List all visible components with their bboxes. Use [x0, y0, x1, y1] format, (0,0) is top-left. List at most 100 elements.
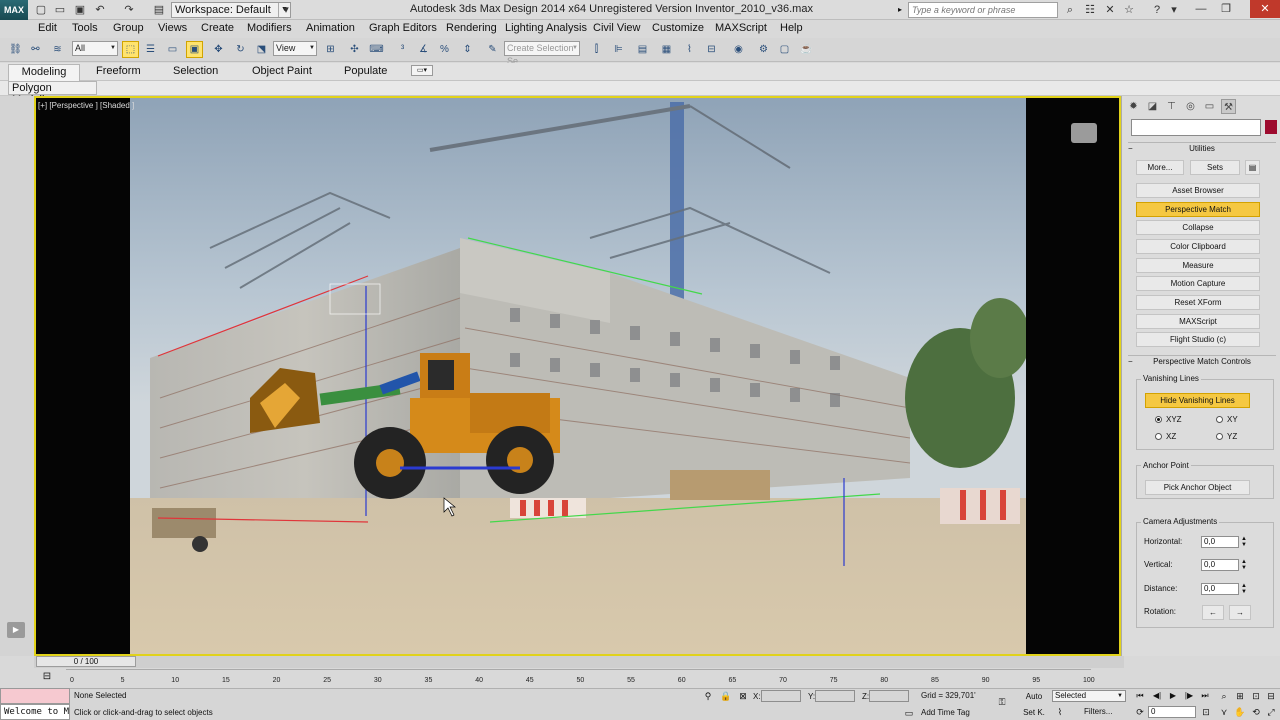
ribbon-options-icon[interactable]: ▭▾ [411, 65, 433, 76]
snaps-toggle-icon[interactable]: ³ [394, 41, 411, 58]
help-dropdown-icon[interactable]: ▾ [1167, 3, 1181, 17]
ribbon-tab-freeform[interactable]: Freeform [96, 65, 141, 77]
menu-civil-view[interactable]: Civil View [593, 22, 640, 34]
rendered-frame-icon[interactable]: ▢ [776, 41, 793, 58]
orbit-icon[interactable]: ⟲ [1250, 706, 1262, 718]
motion-capture-button[interactable]: Motion Capture [1136, 276, 1260, 291]
render-production-icon[interactable]: ☕ [798, 41, 815, 58]
key-filter-dropdown[interactable]: Selected ▼ [1052, 690, 1126, 702]
go-to-end-icon[interactable]: ⏭ [1198, 690, 1212, 702]
add-time-tag[interactable]: Add Time Tag [921, 708, 970, 717]
spinner-snap-icon[interactable]: ⇕ [459, 41, 476, 58]
key-mode-icon[interactable]: ⟳ [1134, 706, 1146, 718]
pan-icon[interactable]: ✋ [1234, 706, 1246, 718]
go-to-start-icon[interactable]: ⏮ [1133, 690, 1147, 702]
radio-xy[interactable]: XY [1216, 415, 1238, 424]
display-tab-icon[interactable]: ▭ [1202, 99, 1217, 114]
filters-button[interactable]: Filters... [1084, 707, 1112, 716]
redo-icon[interactable]: ↷ [122, 3, 136, 17]
binoculars-icon[interactable]: ⌕ [1063, 3, 1077, 17]
bind-space-warp-icon[interactable]: ≋ [49, 41, 66, 58]
menu-rendering[interactable]: Rendering [446, 22, 497, 34]
save-file-icon[interactable]: ▣ [73, 3, 87, 17]
hierarchy-tab-icon[interactable]: ⊤ [1164, 99, 1179, 114]
radio-xz[interactable]: XZ [1155, 432, 1176, 441]
asset-browser-button[interactable]: Asset Browser [1136, 183, 1260, 198]
object-name-field[interactable] [1131, 119, 1261, 136]
sets-button[interactable]: Sets [1190, 160, 1240, 175]
reference-coordinate-dropdown[interactable]: View ▼ [273, 41, 317, 56]
z-coordinate-field[interactable] [869, 690, 909, 702]
ribbon-tab-object-paint[interactable]: Object Paint [252, 65, 312, 77]
angle-snap-icon[interactable]: ∡ [415, 41, 432, 58]
hide-vanishing-lines-button[interactable]: Hide Vanishing Lines [1145, 393, 1250, 408]
ribbon-tab-populate[interactable]: Populate [344, 65, 387, 77]
pick-anchor-object-button[interactable]: Pick Anchor Object [1145, 480, 1250, 495]
menu-customize[interactable]: Customize [652, 22, 704, 34]
graphite-toggle-icon[interactable]: ▦ [658, 41, 675, 58]
open-file-icon[interactable]: ▭ [53, 3, 67, 17]
material-editor-icon[interactable]: ◉ [730, 41, 747, 58]
maximize-button[interactable]: ❐ [1214, 0, 1238, 18]
maxscript-button[interactable]: MAXScript [1136, 314, 1260, 329]
configure-sets-icon[interactable]: ▤ [1245, 160, 1260, 175]
rotate-right-button[interactable]: → [1229, 605, 1251, 620]
ribbon-tab-selection[interactable]: Selection [173, 65, 218, 77]
communication-icon[interactable]: ✕ [1103, 3, 1117, 17]
menu-modifiers[interactable]: Modifiers [247, 22, 292, 34]
select-and-link-icon[interactable]: ⛓ [7, 41, 24, 58]
lock-selection-icon[interactable]: 🔒 [720, 690, 732, 702]
undo-icon[interactable]: ↶ [93, 3, 107, 17]
curve-editor-icon[interactable]: ⌇ [681, 41, 698, 58]
vertical-spinner-icon[interactable]: ▲ ▼ [1241, 559, 1247, 571]
next-frame-icon[interactable]: |▶ [1182, 690, 1196, 702]
viewcube-icon[interactable] [1071, 123, 1097, 143]
mini-curve-editor-icon[interactable]: ⊟ [40, 670, 54, 684]
menu-animation[interactable]: Animation [306, 22, 355, 34]
named-selection-dropdown[interactable]: Create Selection Se ▼ [504, 41, 580, 66]
distance-field[interactable]: 0,0 [1201, 583, 1239, 595]
expand-arrow-icon[interactable]: ▶ [7, 622, 25, 638]
manipulate-icon[interactable]: ✣ [346, 41, 363, 58]
pivot-center-icon[interactable]: ⊞ [322, 41, 339, 58]
favorites-icon[interactable]: ☆ [1122, 3, 1136, 17]
motion-tab-icon[interactable]: ◎ [1183, 99, 1198, 114]
workspace-dropdown[interactable]: Workspace: Default ▼ [171, 2, 291, 18]
schematic-view-icon[interactable]: ⊟ [703, 41, 720, 58]
modify-tab-icon[interactable]: ◪ [1145, 99, 1160, 114]
horizontal-field[interactable]: 0,0 [1201, 536, 1239, 548]
zoom-icon[interactable]: ⌕ [1218, 690, 1230, 702]
perspective-viewport[interactable]: [+] [Perspective ] [Shaded ] [34, 96, 1121, 656]
menu-lighting-analysis[interactable]: Lighting Analysis [505, 22, 587, 34]
new-file-icon[interactable]: ▢ [34, 3, 48, 17]
radio-xyz[interactable]: XYZ [1155, 415, 1182, 424]
menu-create[interactable]: Create [201, 22, 234, 34]
utilities-rollout[interactable]: − Utilities [1128, 142, 1276, 154]
time-tag-icon[interactable]: ▭ [903, 707, 915, 719]
isolate-icon[interactable]: ⚲ [702, 690, 714, 702]
horizontal-spinner-icon[interactable]: ▲ ▼ [1241, 536, 1247, 548]
minimize-button[interactable]: — [1189, 0, 1213, 18]
radio-yz[interactable]: YZ [1216, 432, 1237, 441]
ribbon-tab-modeling[interactable]: Modeling [8, 64, 80, 81]
project-folder-icon[interactable]: ▤ [152, 3, 166, 17]
perspective-match-button[interactable]: Perspective Match [1136, 202, 1260, 217]
play-icon[interactable]: ▶ [1166, 690, 1180, 702]
menu-graph-editors[interactable]: Graph Editors [369, 22, 437, 34]
select-by-name-icon[interactable]: ☰ [142, 41, 159, 58]
select-and-scale-icon[interactable]: ⬔ [253, 41, 270, 58]
key-filters-icon[interactable]: ⌇ [1054, 706, 1066, 718]
menu-maxscript[interactable]: MAXScript [715, 22, 767, 34]
select-and-rotate-icon[interactable]: ↻ [232, 41, 249, 58]
object-color-swatch[interactable] [1265, 120, 1277, 134]
menu-group[interactable]: Group [113, 22, 144, 34]
keyboard-shortcut-icon[interactable]: ⌨ [368, 41, 385, 58]
perspective-match-rollout[interactable]: − Perspective Match Controls [1128, 355, 1276, 367]
x-coordinate-field[interactable] [761, 690, 801, 702]
vertical-field[interactable]: 0,0 [1201, 559, 1239, 571]
measure-button[interactable]: Measure [1136, 258, 1260, 273]
collapse-button[interactable]: Collapse [1136, 220, 1260, 235]
viewport-label[interactable]: [+] [Perspective ] [Shaded ] [38, 101, 134, 110]
edit-named-selection-icon[interactable]: ✎ [484, 41, 501, 58]
percent-snap-icon[interactable]: % [436, 41, 453, 58]
